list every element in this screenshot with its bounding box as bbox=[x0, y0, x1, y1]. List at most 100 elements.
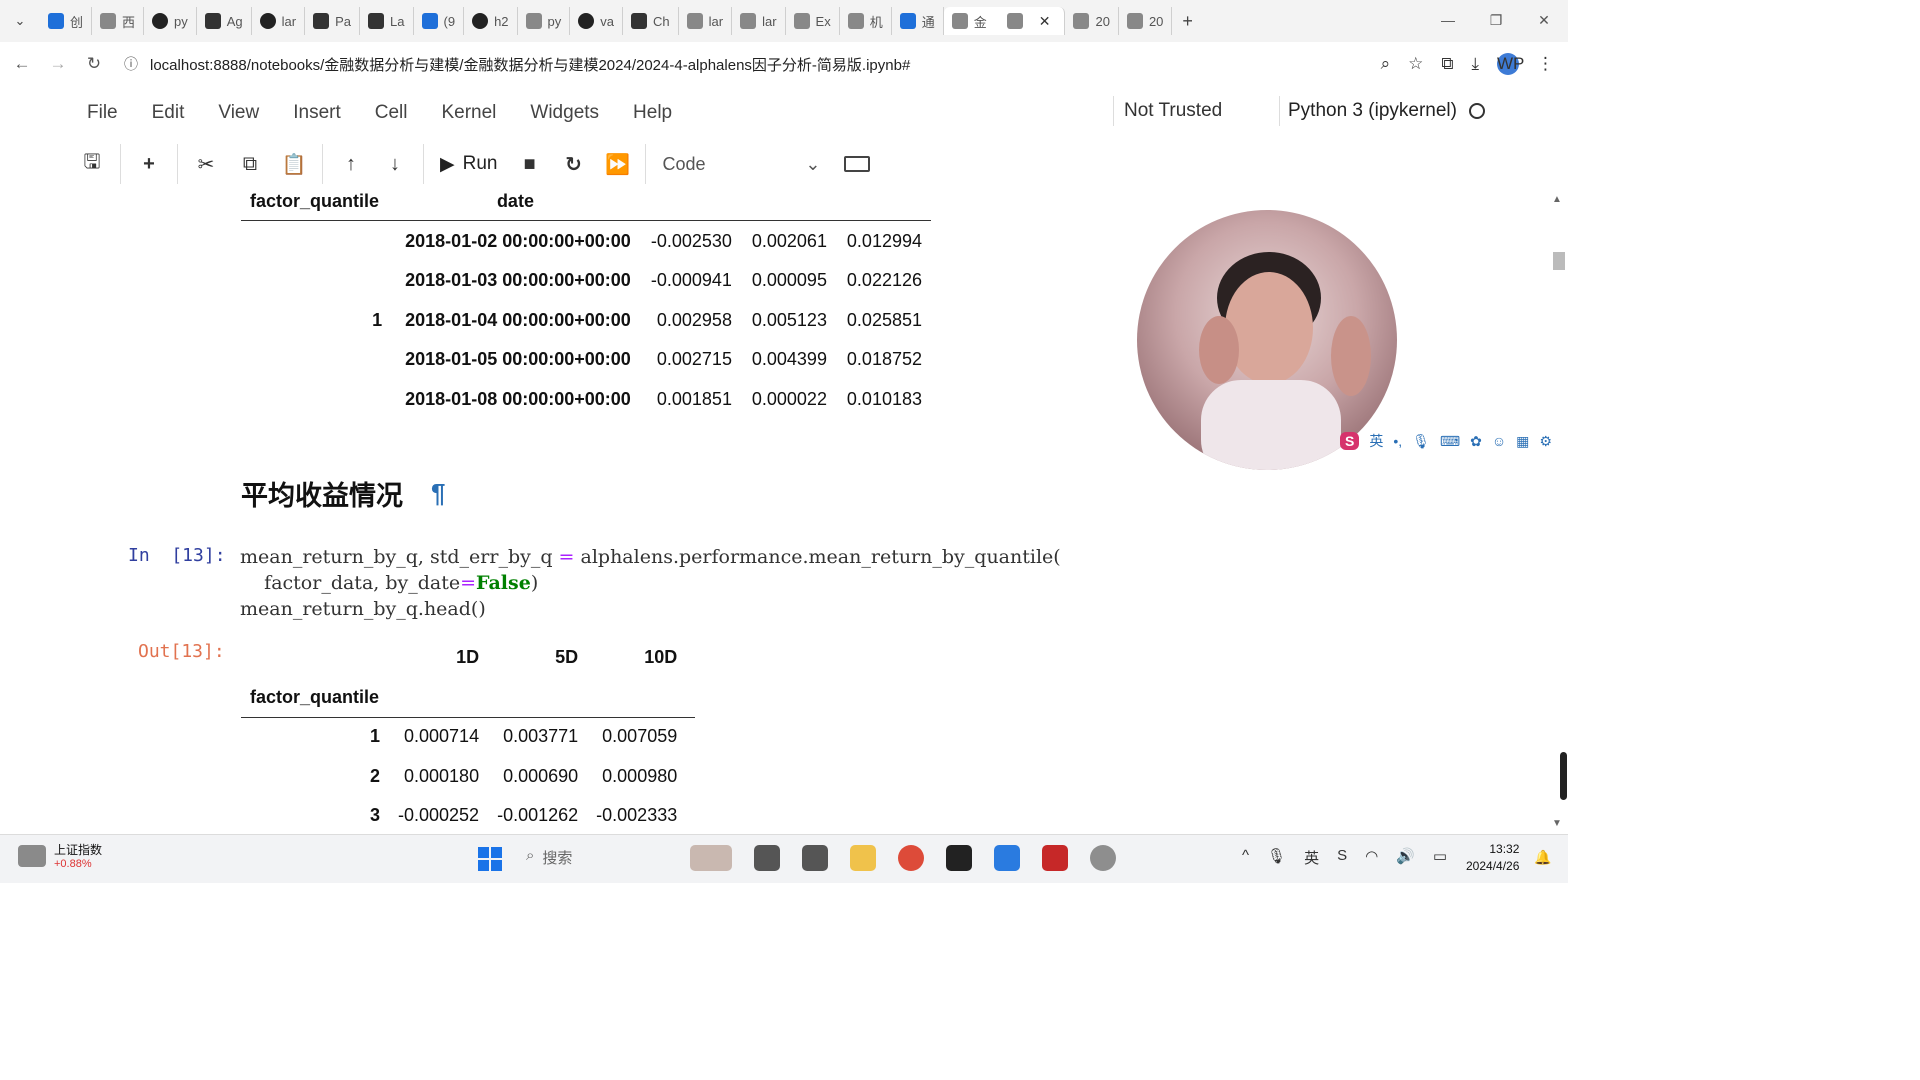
ime-language-toggle[interactable]: 英 bbox=[1369, 431, 1383, 451]
new-tab-icon[interactable]: + bbox=[1182, 11, 1193, 32]
table-row: 2018-01-05 00:00:00+00:00 0.002715 0.004… bbox=[241, 340, 931, 380]
github-icon bbox=[578, 13, 595, 29]
chevron-down-icon: ⌄ bbox=[805, 153, 821, 174]
browser-tab[interactable]: 西 bbox=[92, 7, 145, 35]
paste-icon[interactable]: 📋 bbox=[272, 152, 316, 177]
value-cell: 0.004399 bbox=[751, 349, 827, 370]
stock-widget[interactable]: 上证指数 +0.88% bbox=[18, 841, 102, 870]
insert-cell-icon[interactable]: + bbox=[127, 153, 171, 176]
close-tab-icon[interactable]: ✕ bbox=[1039, 13, 1051, 30]
download-icon[interactable]: ⤓ bbox=[1471, 54, 1479, 74]
zoom-icon[interactable]: ⌕ bbox=[1381, 54, 1391, 74]
save-icon[interactable]: 🖫 bbox=[70, 147, 114, 181]
scroll-down-icon[interactable]: ▼ bbox=[1552, 818, 1562, 829]
reload-icon[interactable]: ↻ bbox=[76, 54, 112, 74]
settings-gear-icon[interactable]: ⚙ bbox=[1539, 433, 1552, 450]
system-clock[interactable]: 13:32 2024/4/26 bbox=[1466, 841, 1519, 875]
notification-icon[interactable]: 🔔 bbox=[1534, 849, 1551, 866]
move-up-icon[interactable]: ↑ bbox=[329, 153, 373, 176]
ime-logo-icon[interactable]: S bbox=[1340, 432, 1360, 450]
browser-tab[interactable]: 20 bbox=[1119, 7, 1173, 35]
browser-tab[interactable]: py bbox=[144, 7, 197, 35]
microphone-icon[interactable]: 🎙 bbox=[1412, 433, 1430, 450]
screen-recorder-icon[interactable] bbox=[1090, 845, 1116, 871]
keyboard-shortcuts-icon[interactable] bbox=[844, 156, 871, 172]
chat-icon[interactable]: ☺ bbox=[1492, 433, 1506, 449]
run-all-icon[interactable]: ⏩ bbox=[595, 152, 639, 177]
app-icon[interactable] bbox=[754, 845, 780, 871]
browser-tab-active[interactable]: 金 ✕ bbox=[943, 7, 1066, 35]
menu-help[interactable]: Help bbox=[633, 102, 672, 124]
copy-icon[interactable]: ⧉ bbox=[228, 153, 272, 176]
app-icon[interactable] bbox=[994, 845, 1020, 871]
browser-tab[interactable]: lar bbox=[732, 7, 786, 35]
restore-icon[interactable]: ❐ bbox=[1472, 0, 1520, 42]
anchor-link-icon[interactable]: ¶ bbox=[431, 478, 445, 509]
file-explorer-icon[interactable] bbox=[850, 845, 876, 871]
back-icon[interactable]: ← bbox=[4, 54, 40, 74]
soft-keyboard-icon[interactable]: ⌨ bbox=[1440, 433, 1460, 450]
forward-icon[interactable]: → bbox=[40, 54, 76, 74]
battery-icon[interactable]: ▭ bbox=[1433, 847, 1447, 868]
menu-cell[interactable]: Cell bbox=[375, 102, 408, 124]
scroll-up-icon[interactable]: ▲ bbox=[1552, 194, 1562, 205]
browser-tab[interactable]: lar bbox=[679, 7, 733, 35]
windows-start-icon[interactable] bbox=[478, 847, 502, 871]
menu-kernel[interactable]: Kernel bbox=[441, 102, 496, 124]
restart-icon[interactable]: ↻ bbox=[551, 152, 595, 177]
browser-tab[interactable]: (9 bbox=[414, 7, 465, 35]
terminal-app-icon[interactable] bbox=[802, 845, 828, 871]
cell-type-select[interactable]: Code ⌄ bbox=[656, 147, 826, 181]
browser-tab[interactable]: 创 bbox=[40, 7, 93, 35]
chevron-up-icon[interactable]: ^ bbox=[1242, 847, 1249, 868]
system-tray: ^ 🎙 英 S ◠ 🔊 ▭ bbox=[1242, 847, 1447, 868]
browser-tab[interactable]: Ex bbox=[786, 7, 840, 35]
move-down-icon[interactable]: ↓ bbox=[373, 153, 417, 176]
trusted-indicator[interactable]: Not Trusted bbox=[1113, 96, 1232, 126]
run-button[interactable]: ▶ Run bbox=[430, 153, 507, 176]
bookmark-star-icon[interactable]: ☆ bbox=[1408, 54, 1423, 74]
browser-tab[interactable]: h2 bbox=[464, 7, 518, 35]
chrome-icon[interactable] bbox=[898, 845, 924, 871]
punctuation-icon[interactable]: •, bbox=[1393, 433, 1402, 449]
menu-file[interactable]: File bbox=[87, 102, 118, 124]
browser-tab[interactable]: va bbox=[570, 7, 623, 35]
microphone-icon[interactable]: 🎙 bbox=[1267, 847, 1286, 868]
menu-edit[interactable]: Edit bbox=[152, 102, 185, 124]
browser-tab[interactable]: 20 bbox=[1065, 7, 1119, 35]
browser-tab[interactable]: 机 bbox=[840, 7, 892, 35]
url-field[interactable]: ⓘ localhost:8888/notebooks/金融数据分析与建模/金融数… bbox=[124, 54, 1381, 75]
browser-tab[interactable]: Ch bbox=[623, 7, 679, 35]
tab-search-dropdown-icon[interactable]: ⌄ bbox=[0, 13, 40, 29]
close-window-icon[interactable]: ✕ bbox=[1520, 0, 1568, 42]
browser-tab[interactable]: py bbox=[518, 7, 571, 35]
browser-tab[interactable]: 通 bbox=[892, 7, 944, 35]
skin-icon[interactable]: ✿ bbox=[1470, 433, 1482, 450]
wps-icon[interactable] bbox=[1042, 845, 1068, 871]
volume-icon[interactable]: 🔊 bbox=[1396, 847, 1415, 868]
index-name-factor-quantile: factor_quantile bbox=[250, 686, 380, 707]
kernel-indicator[interactable]: Python 3 (ipykernel) bbox=[1279, 96, 1485, 126]
browser-tab[interactable]: lar bbox=[252, 7, 306, 35]
menu-view[interactable]: View bbox=[218, 102, 259, 124]
browser-tab[interactable]: La bbox=[360, 7, 414, 35]
code-cell-input[interactable]: mean_return_by_q, std_err_by_q = alphale… bbox=[240, 544, 1061, 622]
browser-tab[interactable]: Ag bbox=[197, 7, 252, 35]
ime-tray-icon[interactable]: 英 bbox=[1304, 847, 1319, 868]
extensions-icon[interactable]: ⧉ bbox=[1441, 54, 1453, 74]
sogou-icon[interactable]: S bbox=[1337, 847, 1347, 868]
wifi-icon[interactable]: ◠ bbox=[1365, 847, 1378, 868]
scrollbar-thumb[interactable] bbox=[1560, 752, 1567, 800]
menu-widgets[interactable]: Widgets bbox=[530, 102, 599, 124]
interrupt-icon[interactable]: ■ bbox=[507, 153, 551, 176]
apps-grid-icon[interactable]: ▦ bbox=[1516, 433, 1529, 450]
menu-insert[interactable]: Insert bbox=[293, 102, 341, 124]
cut-icon[interactable]: ✂ bbox=[184, 152, 228, 177]
taskbar-search[interactable]: ⌕ 搜索 bbox=[526, 847, 572, 868]
minimize-icon[interactable]: — bbox=[1424, 0, 1472, 42]
browser-tab[interactable]: Pa bbox=[305, 7, 361, 35]
site-info-icon[interactable]: ⓘ bbox=[124, 54, 138, 74]
more-menu-icon[interactable]: ⋮ bbox=[1537, 54, 1554, 74]
cmd-icon[interactable] bbox=[946, 845, 972, 871]
profile-avatar[interactable]: WP bbox=[1497, 53, 1524, 75]
